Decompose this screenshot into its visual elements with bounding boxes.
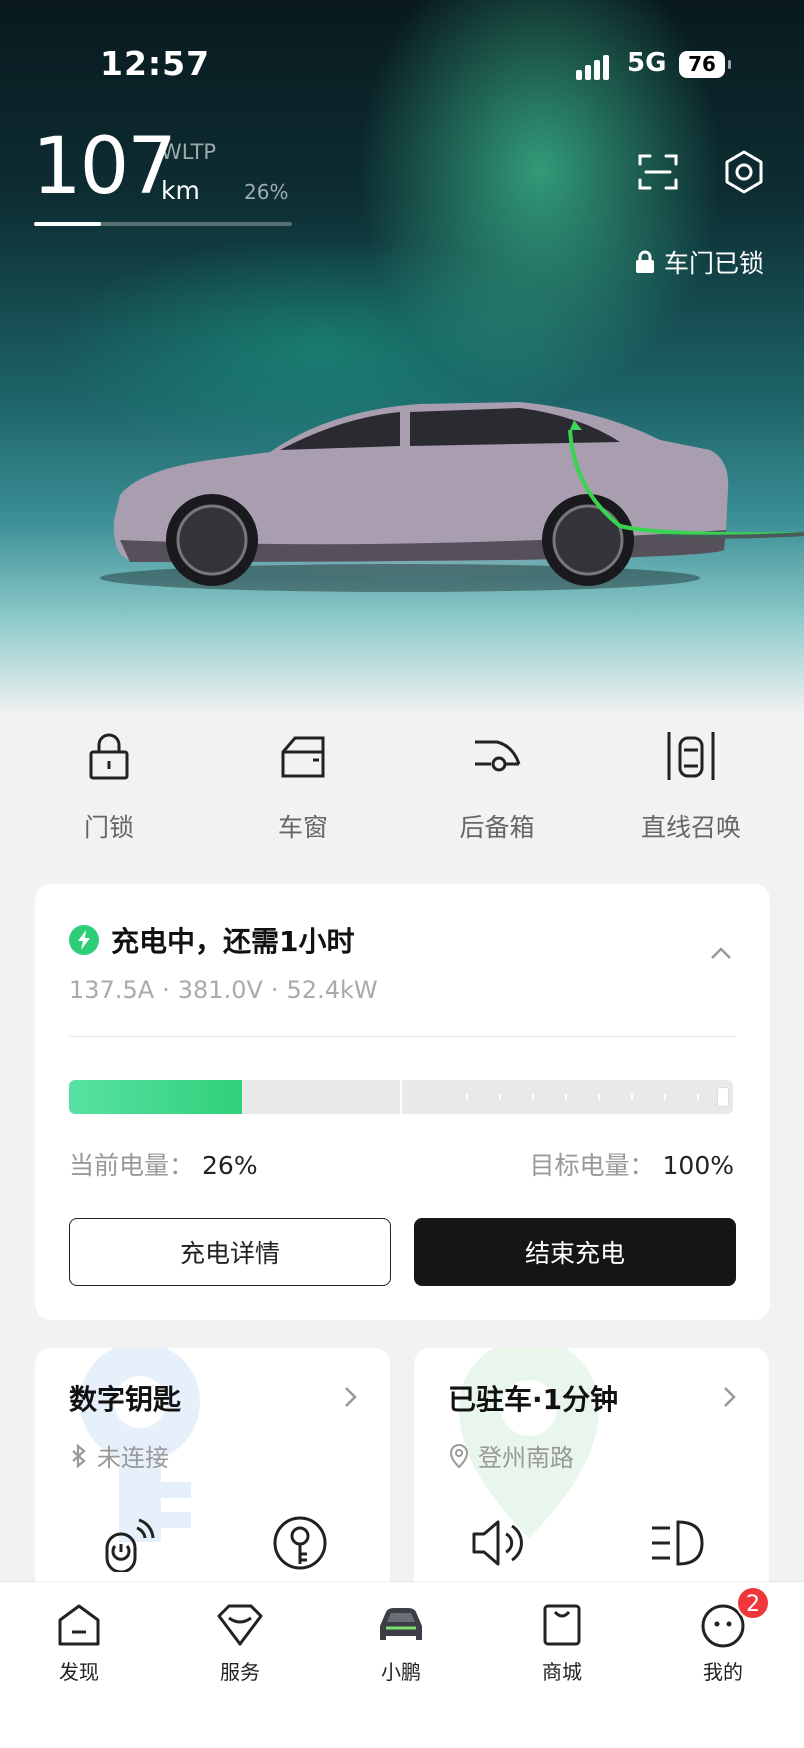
horn-icon[interactable]	[468, 1514, 526, 1572]
current-soc: 当前电量： 26%	[69, 1146, 258, 1182]
door-lock-label: 车门已锁	[664, 249, 765, 278]
tab-xpeng[interactable]: 小鹏	[346, 1600, 456, 1685]
charge-level-bar[interactable]	[69, 1080, 733, 1114]
location-pin-icon	[449, 1443, 469, 1468]
tab-label: 小鹏	[381, 1660, 421, 1684]
status-time: 12:57	[100, 44, 211, 83]
parking-location: 登州南路	[448, 1438, 574, 1473]
target-level-handle[interactable]	[717, 1087, 729, 1107]
settings-icon[interactable]	[720, 148, 768, 196]
battery-icon: 76	[679, 51, 731, 78]
charging-title: 充电中，还需1小时	[69, 920, 354, 960]
quick-control-label: 直线召唤	[640, 813, 741, 842]
current-soc-label: 当前电量：	[69, 1151, 195, 1180]
quick-control-label: 门锁	[83, 813, 134, 842]
tab-label: 我的	[703, 1660, 743, 1684]
metric-separator: ·	[270, 976, 279, 1004]
service-icon	[217, 1604, 263, 1646]
hero-banner: 12:57 5G 76 107 WLTP km 26% 车门已锁	[0, 0, 804, 716]
tab-label: 商城	[542, 1660, 582, 1684]
quick-control-label: 车窗	[277, 813, 328, 842]
range-value: 107	[32, 122, 177, 212]
charging-voltage: 381.0V	[177, 976, 263, 1004]
key-icon[interactable]	[271, 1514, 329, 1572]
chevron-up-icon[interactable]	[708, 940, 734, 966]
quick-control-label: 后备箱	[459, 813, 535, 842]
charging-status-text: 充电中，还需1小时	[111, 925, 355, 958]
door-lock-status: 车门已锁	[634, 244, 764, 280]
parking-title: 已驻车·1分钟	[448, 1383, 619, 1416]
chevron-right-icon	[724, 1387, 736, 1407]
scan-icon[interactable]	[634, 148, 682, 196]
stop-charging-button[interactable]: 结束充电	[414, 1218, 736, 1286]
bar-tick	[631, 1094, 633, 1100]
tab-label: 服务	[220, 1660, 260, 1684]
current-soc-value: 26%	[202, 1151, 258, 1180]
bar-tick	[598, 1094, 600, 1100]
network-type: 5G	[627, 48, 667, 78]
signal-icon	[576, 52, 616, 80]
bar-tick	[664, 1094, 666, 1100]
range-standard: WLTP	[161, 140, 217, 164]
remote-start-icon[interactable]	[99, 1514, 157, 1572]
range-percent: 26%	[244, 180, 289, 204]
target-soc: 目标电量： 100%	[530, 1146, 735, 1182]
chevron-right-icon	[345, 1387, 357, 1407]
quick-control-lock[interactable]: 门锁	[12, 728, 206, 844]
charging-metrics: 137.5A · 381.0V · 52.4kW	[69, 976, 378, 1004]
target-soc-value: 100%	[662, 1151, 734, 1180]
lock-icon	[89, 733, 129, 780]
charging-details-button[interactable]: 充电详情	[69, 1218, 391, 1286]
metric-separator: ·	[162, 976, 170, 1004]
tab-service[interactable]: 服务	[185, 1600, 295, 1685]
charging-card: 充电中，还需1小时 137.5A · 381.0V · 52.4kW 当前电量： 26% …	[35, 884, 770, 1320]
charging-power: 52.4kW	[286, 976, 378, 1004]
bottom-tab-bar: 发现 服务 小鹏 商城 我的	[0, 1582, 804, 1748]
car-image	[100, 402, 804, 592]
bar-tick	[532, 1094, 534, 1100]
quick-control-summon[interactable]: 直线召唤	[594, 728, 788, 844]
charging-current: 137.5A	[69, 976, 155, 1004]
digital-key-title: 数字钥匙	[69, 1383, 182, 1416]
quick-control-window[interactable]: 车窗	[206, 728, 400, 844]
target-soc-label: 目标电量：	[529, 1151, 655, 1180]
tab-store[interactable]: 商城	[507, 1600, 617, 1685]
digital-key-status: 未连接	[69, 1438, 169, 1473]
summon-icon	[667, 732, 715, 780]
tab-label: 发现	[59, 1660, 99, 1684]
parking-card[interactable]: 已驻车·1分钟 登州南路	[414, 1348, 769, 1598]
discover-icon	[58, 1604, 100, 1646]
parking-location-text: 登州南路	[478, 1444, 574, 1472]
bluetooth-icon	[72, 1443, 86, 1468]
trunk-icon	[475, 740, 521, 772]
car-icon	[380, 1608, 422, 1640]
range-unit: km	[161, 176, 200, 205]
padlock-icon	[636, 250, 654, 273]
store-icon	[543, 1604, 581, 1646]
bar-marker	[400, 1080, 402, 1114]
charging-bolt-icon	[69, 925, 99, 955]
digital-key-card[interactable]: 数字钥匙 未连接	[35, 1348, 390, 1598]
headlight-icon[interactable]	[648, 1514, 706, 1572]
range-bar-fill	[34, 222, 102, 226]
tab-discover[interactable]: 发现	[24, 1600, 134, 1685]
notification-badge: 2	[736, 1586, 770, 1620]
window-icon	[281, 736, 325, 778]
bar-tick	[565, 1094, 567, 1100]
digital-key-status-text: 未连接	[97, 1444, 169, 1472]
quick-control-trunk[interactable]: 后备箱	[400, 728, 594, 844]
range-bar	[34, 222, 292, 226]
bar-tick	[697, 1094, 699, 1100]
bar-tick	[466, 1094, 468, 1100]
divider	[69, 1036, 736, 1037]
bar-tick	[499, 1094, 501, 1100]
charge-level-fill	[69, 1080, 242, 1114]
